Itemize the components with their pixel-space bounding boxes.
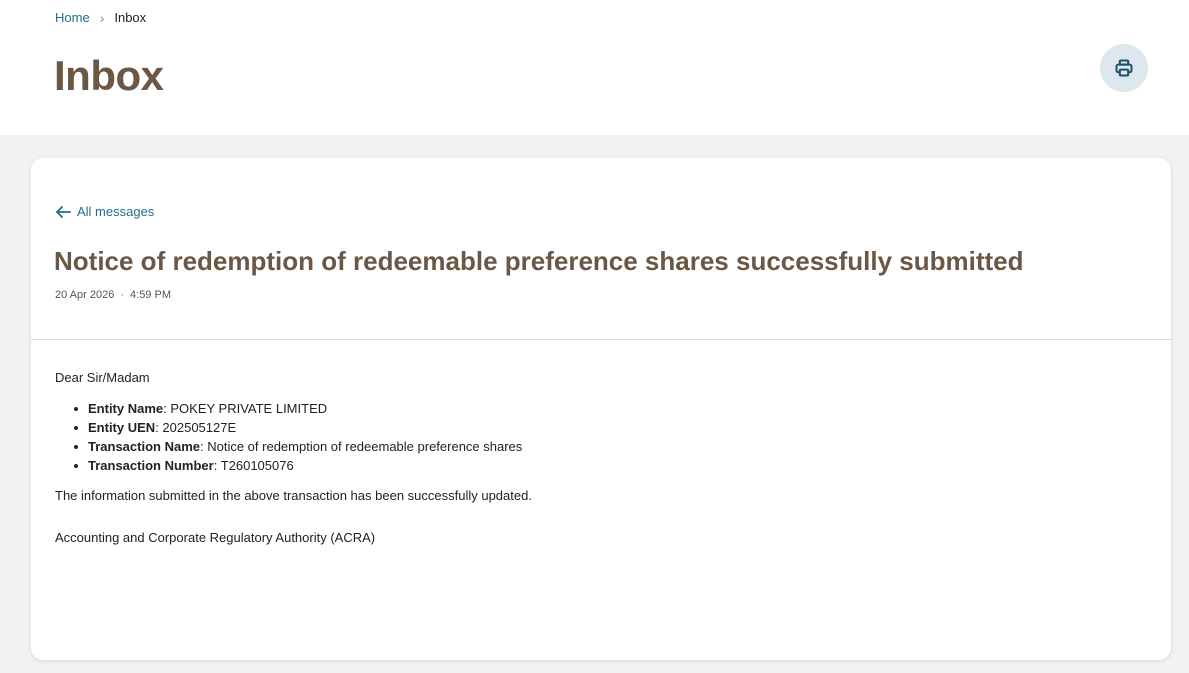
message-time: 4:59 PM [130,289,171,301]
all-messages-link[interactable]: All messages [55,204,154,219]
breadcrumb-current: Inbox [114,10,147,25]
detail-value: : T260105076 [213,458,294,473]
message-header: All messages Notice of redemption of red… [31,158,1171,340]
breadcrumb: Home › Inbox [55,10,146,25]
message-body: Dear Sir/Madam Entity Name: POKEY PRIVAT… [55,370,1145,545]
breadcrumb-home-link[interactable]: Home [55,10,90,25]
print-button[interactable] [1100,44,1148,92]
detail-value: : Notice of redemption of redeemable pre… [200,439,523,454]
detail-transaction-name: Transaction Name: Notice of redemption o… [72,437,1145,456]
message-meta: 20 Apr 2026 · 4:59 PM [55,289,171,301]
all-messages-label: All messages [77,204,155,219]
arrow-left-icon [56,205,71,218]
detail-entity-name: Entity Name: POKEY PRIVATE LIMITED [72,399,1145,418]
detail-entity-uen: Entity UEN: 202505127E [72,418,1145,437]
message-card: All messages Notice of redemption of red… [31,158,1171,660]
signature: Accounting and Corporate Regulatory Auth… [55,530,376,545]
detail-label: Entity Name [88,401,164,416]
page-header: Home › Inbox Inbox [0,0,1189,135]
detail-value: : POKEY PRIVATE LIMITED [163,401,328,416]
breadcrumb-separator-icon: › [99,9,105,26]
detail-label: Transaction Number [88,458,214,473]
detail-transaction-number: Transaction Number: T260105076 [72,456,1145,475]
greeting: Dear Sir/Madam [55,370,150,385]
printer-icon [1115,59,1133,77]
detail-list: Entity Name: POKEY PRIVATE LIMITED Entit… [72,399,1145,475]
message-title: Notice of redemption of redeemable prefe… [54,246,1024,276]
detail-value: : 202505127E [155,420,237,435]
meta-separator: · [120,289,125,301]
page-title: Inbox [54,52,164,99]
detail-label: Transaction Name [88,439,200,454]
body-text: The information submitted in the above t… [55,488,532,503]
detail-label: Entity UEN [88,420,156,435]
message-date: 20 Apr 2026 [55,289,115,301]
